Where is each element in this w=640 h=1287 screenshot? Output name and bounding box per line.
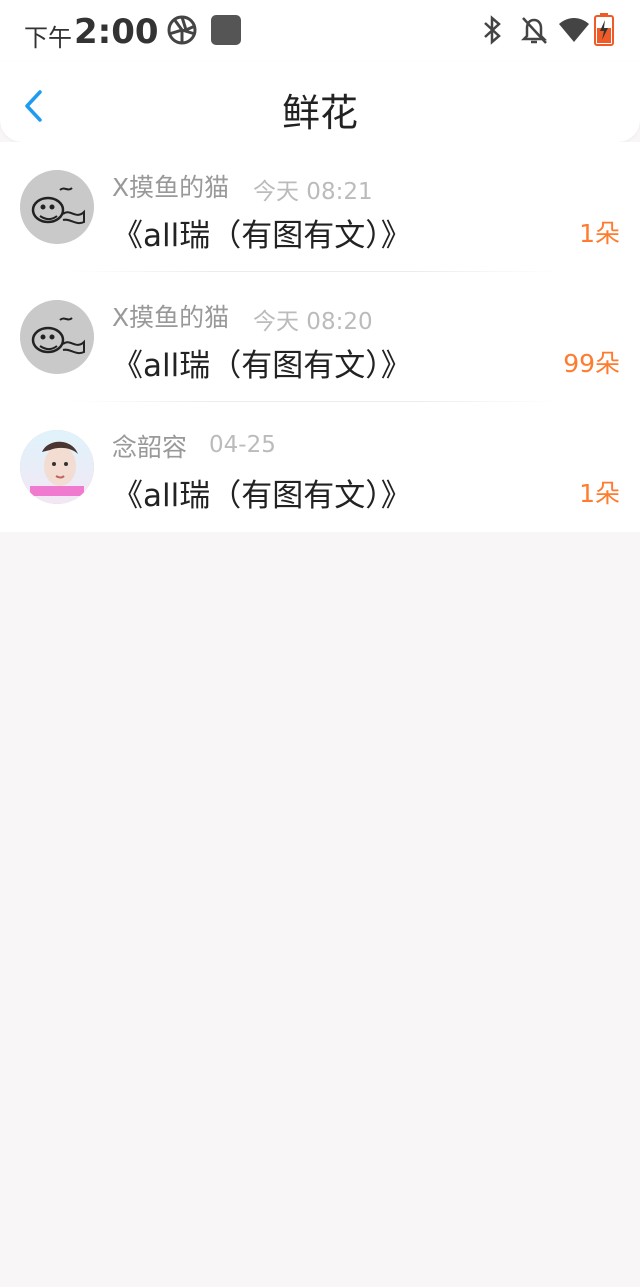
sender-name: X摸鱼的猫 (112, 173, 230, 202)
sender-name: X摸鱼的猫 (112, 303, 230, 332)
battery-charging-icon (594, 12, 614, 50)
status-time: 2:00 (74, 12, 159, 52)
flower-records-list: X摸鱼的猫 今天 08:21 《all瑞（有图有文）》 1朵 X摸鱼的猫 今天 … (0, 142, 640, 532)
send-time: 今天 08:21 (253, 179, 373, 205)
flower-count: 1朵 (579, 219, 620, 248)
avatar[interactable] (20, 430, 94, 504)
list-item[interactable]: X摸鱼的猫 今天 08:21 《all瑞（有图有文）》 1朵 (0, 142, 640, 272)
sender-name: 念韶容 (112, 433, 188, 462)
article-title: 《all瑞（有图有文）》 (112, 348, 412, 384)
page-title: 鲜花 (281, 91, 358, 135)
article-title: 《all瑞（有图有文）》 (112, 478, 412, 514)
flower-count: 99朵 (563, 349, 620, 378)
bluetooth-icon (480, 14, 504, 50)
app-square-icon (210, 14, 242, 50)
list-item[interactable]: 念韶容 04-25 《all瑞（有图有文）》 1朵 (0, 402, 640, 532)
article-title: 《all瑞（有图有文）》 (112, 218, 412, 254)
wifi-icon (558, 14, 590, 50)
flower-count: 1朵 (579, 479, 620, 508)
avatar[interactable] (20, 300, 94, 374)
app-header: 鲜花 (0, 62, 640, 142)
send-time: 04-25 (209, 432, 276, 458)
avatar[interactable] (20, 170, 94, 244)
send-time: 今天 08:20 (253, 309, 373, 335)
status-time-prefix: 下午 (24, 24, 72, 52)
notifications-off-icon (518, 14, 550, 50)
status-bar: 下午 2:00 (0, 0, 640, 62)
aperture-app-icon (166, 14, 198, 50)
list-item[interactable]: X摸鱼的猫 今天 08:20 《all瑞（有图有文）》 99朵 (0, 272, 640, 402)
